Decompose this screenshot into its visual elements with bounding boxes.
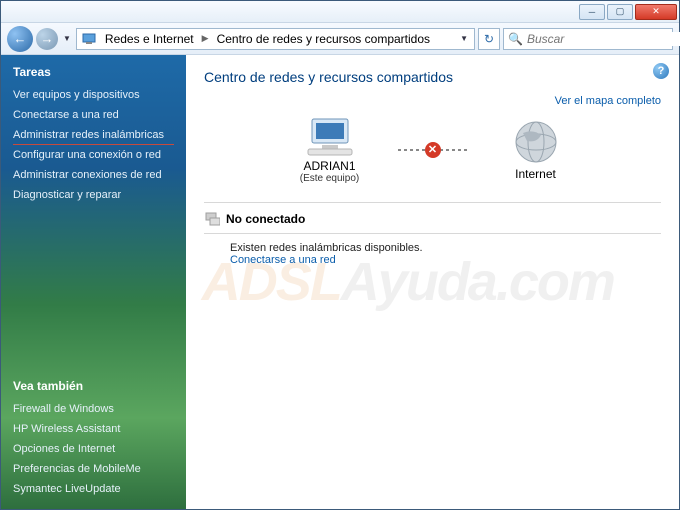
forward-button[interactable]: →	[36, 28, 58, 50]
control-panel-window: ─ ▢ ✕ ← → ▼ Redes e Internet ▶ Centro de…	[0, 0, 680, 510]
globe-icon	[476, 119, 596, 165]
sidebar-task-manage-wireless[interactable]: Administrar redes inalámbricas	[13, 125, 174, 145]
seealso-internet-options[interactable]: Opciones de Internet	[13, 439, 174, 459]
connection-line: ✕	[398, 149, 468, 151]
node-computer-label: ADRIAN1	[270, 159, 390, 173]
sidebar-task-manage-connections[interactable]: Administrar conexiones de red	[13, 165, 174, 185]
body: Tareas Ver equipos y dispositivos Conect…	[1, 55, 679, 509]
titlebar: ─ ▢ ✕	[1, 1, 679, 23]
disconnected-x-icon: ✕	[425, 142, 441, 158]
seealso-heading: Vea también	[13, 379, 174, 393]
history-dropdown-icon[interactable]: ▼	[61, 34, 73, 43]
address-box[interactable]: Redes e Internet ▶ Centro de redes y rec…	[76, 28, 475, 50]
separator	[204, 233, 661, 234]
close-button[interactable]: ✕	[635, 4, 677, 20]
connection-status: No conectado	[226, 212, 305, 226]
address-dropdown-icon[interactable]: ▼	[458, 34, 470, 43]
separator	[204, 202, 661, 203]
page-title: Centro de redes y recursos compartidos	[204, 69, 661, 85]
help-icon[interactable]: ?	[653, 63, 669, 79]
sidebar-task-connect[interactable]: Conectarse a una red	[13, 105, 174, 125]
maximize-button[interactable]: ▢	[607, 4, 633, 20]
refresh-button[interactable]: ↻	[478, 28, 500, 50]
minimize-button[interactable]: ─	[579, 4, 605, 20]
sidebar: Tareas Ver equipos y dispositivos Conect…	[1, 55, 186, 509]
sidebar-task-setup-connection[interactable]: Configurar una conexión o red	[13, 145, 174, 165]
address-toolbar: ← → ▼ Redes e Internet ▶ Centro de redes…	[1, 23, 679, 55]
search-box[interactable]: 🔍	[503, 28, 673, 50]
search-icon: 🔍	[508, 31, 523, 47]
connect-network-link[interactable]: Conectarse a una red	[230, 254, 661, 266]
network-icon	[81, 31, 97, 47]
node-internet-label: Internet	[476, 167, 596, 181]
view-full-map-link[interactable]: Ver el mapa completo	[204, 95, 661, 107]
tasks-heading: Tareas	[13, 65, 174, 79]
sidebar-tasks: Tareas Ver equipos y dispositivos Conect…	[13, 65, 174, 205]
sidebar-task-view-devices[interactable]: Ver equipos y dispositivos	[13, 85, 174, 105]
network-map-diagram: ADRIAN1 (Este equipo) ✕ Internet	[204, 115, 661, 184]
chevron-right-icon: ▶	[202, 33, 209, 44]
seealso-hp-wireless[interactable]: HP Wireless Assistant	[13, 419, 174, 439]
seealso-firewall[interactable]: Firewall de Windows	[13, 399, 174, 419]
sidebar-task-diagnose[interactable]: Diagnosticar y reparar	[13, 185, 174, 205]
search-input[interactable]	[527, 32, 680, 46]
back-button[interactable]: ←	[7, 26, 33, 52]
node-this-computer: ADRIAN1 (Este equipo)	[270, 115, 390, 184]
main-pane: ? Centro de redes y recursos compartidos…	[186, 55, 679, 509]
seealso-symantec[interactable]: Symantec LiveUpdate	[13, 479, 174, 499]
status-row: No conectado	[204, 211, 661, 227]
breadcrumb-level2[interactable]: Centro de redes y recursos compartidos	[213, 32, 434, 46]
wireless-available-text: Existen redes inalámbricas disponibles.	[230, 242, 661, 254]
computer-icon	[270, 115, 390, 157]
breadcrumb-level1[interactable]: Redes e Internet	[101, 32, 198, 46]
seealso-mobileme[interactable]: Preferencias de MobileMe	[13, 459, 174, 479]
node-computer-sublabel: (Este equipo)	[270, 173, 390, 184]
network-status-icon	[204, 211, 220, 227]
node-internet: Internet	[476, 119, 596, 181]
sidebar-seealso: Vea también Firewall de Windows HP Wirel…	[13, 379, 174, 499]
